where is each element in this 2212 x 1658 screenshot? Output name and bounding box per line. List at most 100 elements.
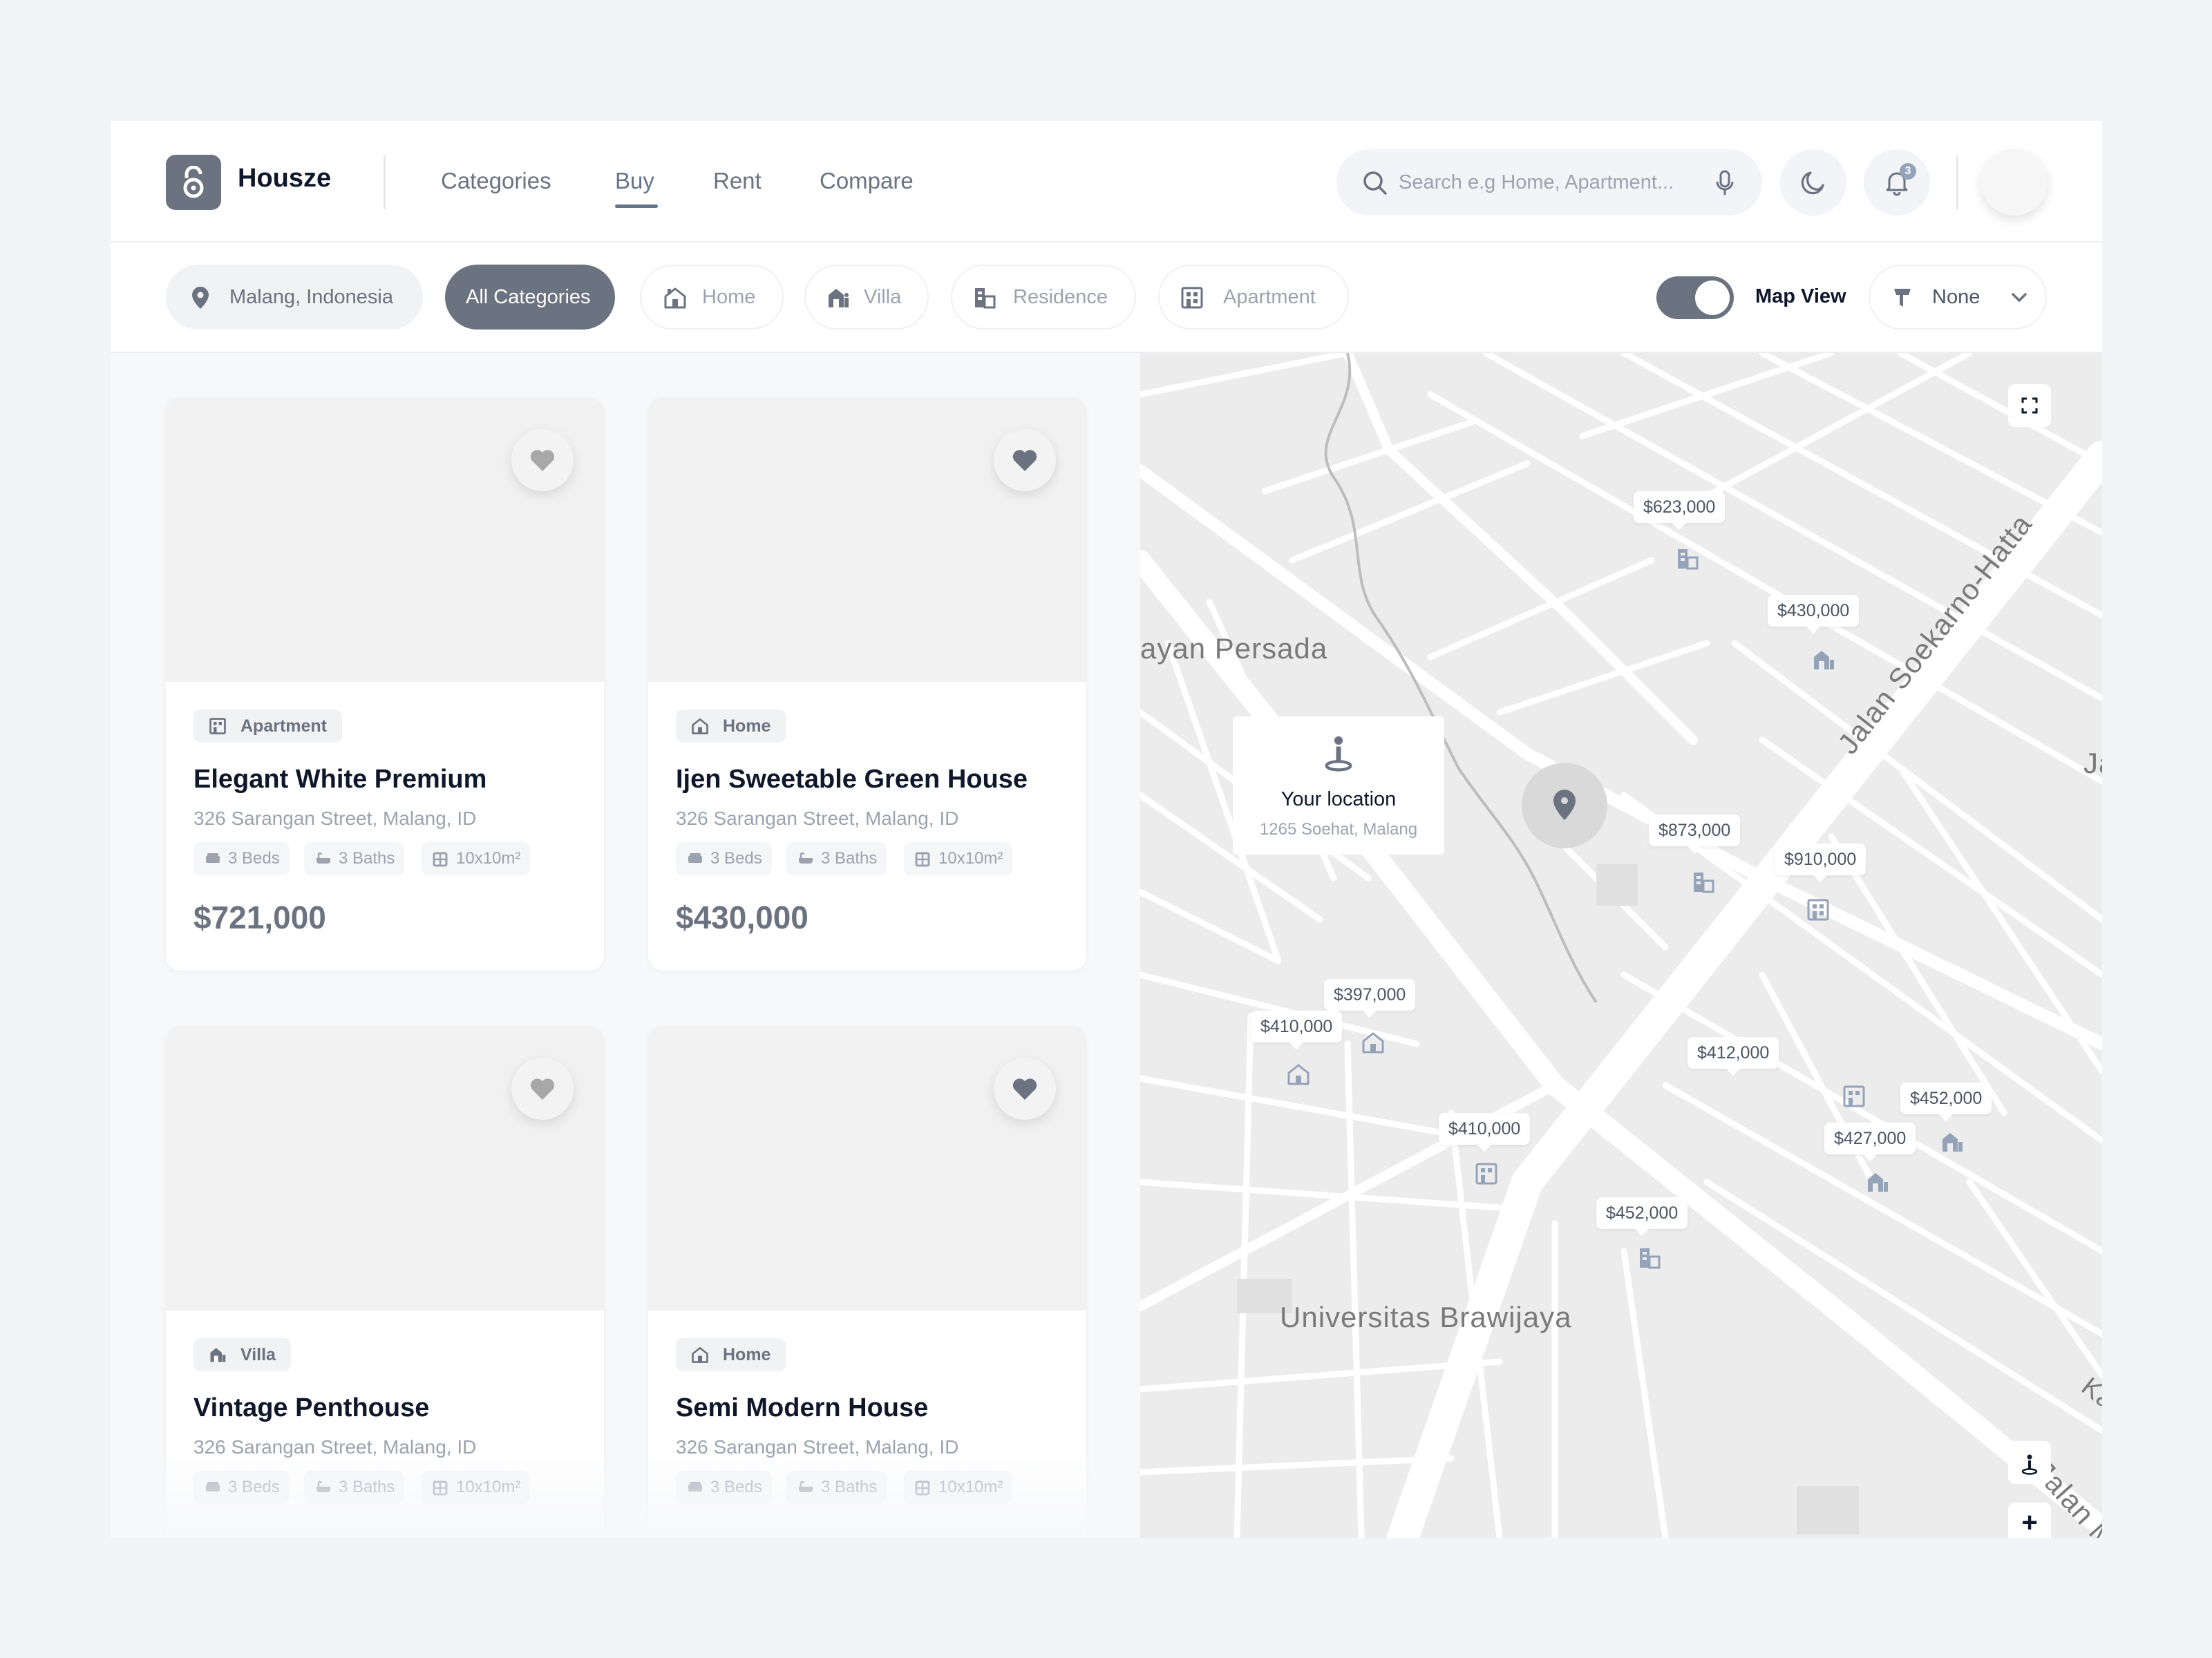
- your-location-card: Your location 1265 Soehat, Malang: [1233, 716, 1444, 855]
- your-location-title: Your location: [1280, 788, 1397, 810]
- property-title: Vintage Penthouse: [193, 1393, 430, 1422]
- map-price-pin[interactable]: $397,000: [1324, 979, 1416, 1018]
- category-chip-label: Residence: [1013, 286, 1108, 308]
- top-navigation: Housze Categories Buy Rent Compare 3: [111, 121, 2102, 242]
- apartment-icon[interactable]: [1842, 1085, 1866, 1107]
- nav-compare[interactable]: Compare: [820, 168, 914, 194]
- villa-icon[interactable]: [1812, 649, 1835, 671]
- nav-categories[interactable]: Categories: [441, 168, 551, 194]
- microphone-icon[interactable]: [1715, 170, 1734, 196]
- favorite-button[interactable]: [511, 429, 574, 491]
- villa-icon[interactable]: [1940, 1131, 1964, 1153]
- area-feature: 10x10m²: [422, 1471, 531, 1504]
- category-tag: Villa: [193, 1338, 291, 1371]
- property-card[interactable]: Home Ijen Sweetable Green House 326 Sara…: [648, 397, 1086, 971]
- location-chip[interactable]: Malang, Indonesia: [166, 265, 423, 330]
- property-title: Elegant White Premium: [193, 765, 487, 794]
- baths-label: 3 Baths: [339, 1478, 395, 1496]
- map-view-toggle[interactable]: [1656, 276, 1734, 319]
- baths-feature: 3 Baths: [786, 1471, 887, 1504]
- category-chip-label: Villa: [864, 286, 902, 308]
- favorite-button[interactable]: [994, 1058, 1056, 1120]
- bed-icon: [688, 1482, 702, 1492]
- property-card[interactable]: Home Semi Modern House 326 Sarangan Stre…: [648, 1026, 1086, 1538]
- dark-mode-button[interactable]: [1780, 149, 1846, 216]
- residence-icon: [975, 288, 996, 309]
- person-pin-icon: [1325, 736, 1352, 772]
- map-price-pin[interactable]: $873,000: [1649, 814, 1741, 853]
- category-chip-villa[interactable]: Villa: [804, 265, 929, 330]
- residence-icon[interactable]: [1676, 548, 1699, 570]
- zoom-controls: + −: [2008, 1503, 2051, 1538]
- area-label: 10x10m²: [456, 1478, 521, 1496]
- heart-icon: [530, 450, 555, 471]
- heart-icon: [530, 1078, 555, 1100]
- your-location-address: 1265 Soehat, Malang: [1259, 820, 1418, 839]
- map-price-pin[interactable]: $410,000: [1439, 1113, 1531, 1152]
- map-price-pin[interactable]: $410,000: [1251, 1011, 1343, 1049]
- category-chip-residence[interactable]: Residence: [951, 265, 1136, 330]
- map-price-pin[interactable]: $412,000: [1688, 1037, 1779, 1076]
- beds-label: 3 Beds: [710, 849, 762, 868]
- house-icon[interactable]: [1287, 1063, 1310, 1085]
- map-price-pin[interactable]: $430,000: [1768, 595, 1860, 633]
- heart-icon: [1012, 450, 1037, 471]
- fullscreen-button[interactable]: [2008, 384, 2051, 427]
- property-price: $721,000: [193, 899, 326, 935]
- property-address: 326 Sarangan Street, Malang, ID: [676, 1436, 959, 1458]
- apartment-icon[interactable]: [1806, 899, 1830, 921]
- bathtub-icon: [316, 852, 330, 864]
- map-price-pin[interactable]: $427,000: [1824, 1123, 1916, 1161]
- map-price-pin[interactable]: $452,000: [1596, 1197, 1688, 1236]
- map-view[interactable]: ayan Persada Universitas Brawijaya Jalan…: [1140, 353, 2102, 1538]
- property-address: 326 Sarangan Street, Malang, ID: [676, 808, 959, 829]
- location-pin-icon: [192, 287, 209, 309]
- avatar[interactable]: [1981, 149, 2048, 216]
- property-card[interactable]: Apartment Elegant White Premium 326 Sara…: [166, 397, 604, 971]
- nav-buy[interactable]: Buy: [615, 168, 654, 194]
- category-tag-label: Home: [723, 716, 771, 736]
- house-icon: [692, 718, 708, 734]
- sort-dropdown[interactable]: None: [1869, 265, 2047, 330]
- bathtub-icon: [316, 1480, 330, 1492]
- notifications-button[interactable]: 3: [1864, 149, 1930, 216]
- search-input[interactable]: [1399, 164, 1696, 200]
- apartment-icon: [209, 718, 226, 734]
- category-chip-all[interactable]: All Categories: [445, 265, 615, 330]
- locate-me-button[interactable]: [2008, 1441, 2051, 1484]
- app-frame: Housze Categories Buy Rent Compare 3 Mal…: [111, 121, 2102, 1538]
- map-price-pin[interactable]: $452,000: [1900, 1083, 1992, 1121]
- area-feature: 10x10m²: [904, 1471, 1013, 1504]
- baths-label: 3 Baths: [821, 849, 878, 868]
- area-feature: 10x10m²: [904, 842, 1013, 875]
- villa-icon[interactable]: [1866, 1171, 1889, 1193]
- map-price-pin[interactable]: $623,000: [1634, 491, 1726, 530]
- house-icon[interactable]: [1361, 1031, 1385, 1054]
- map-view-label: Map View: [1755, 285, 1846, 307]
- category-tag: Apartment: [193, 709, 343, 743]
- favorite-button[interactable]: [994, 429, 1056, 491]
- property-card[interactable]: Villa Vintage Penthouse 326 Sarangan Str…: [166, 1026, 604, 1538]
- property-address: 326 Sarangan Street, Malang, ID: [193, 808, 477, 829]
- zoom-in-button[interactable]: +: [2008, 1503, 2051, 1538]
- bed-icon: [206, 1482, 220, 1492]
- residence-icon[interactable]: [1638, 1247, 1661, 1269]
- expand-icon: [2021, 397, 2038, 414]
- property-price: $430,000: [676, 899, 809, 935]
- baths-feature: 3 Baths: [304, 842, 405, 875]
- apartment-icon[interactable]: [1475, 1163, 1498, 1185]
- notification-badge: 3: [1900, 163, 1916, 180]
- baths-feature: 3 Baths: [786, 842, 887, 875]
- nav-rent[interactable]: Rent: [713, 168, 762, 194]
- favorite-button[interactable]: [511, 1058, 574, 1120]
- category-chip-apartment[interactable]: Apartment: [1158, 265, 1349, 330]
- heart-icon: [1012, 1078, 1037, 1100]
- residence-icon[interactable]: [1692, 871, 1715, 893]
- category-chip-home[interactable]: Home: [640, 265, 784, 330]
- category-tag-label: Apartment: [240, 716, 328, 736]
- villa-icon: [210, 1348, 226, 1362]
- house-icon: [692, 1346, 708, 1363]
- map-price-pin[interactable]: $910,000: [1775, 844, 1866, 882]
- logo[interactable]: [166, 155, 221, 210]
- brand-name: Housze: [238, 164, 332, 193]
